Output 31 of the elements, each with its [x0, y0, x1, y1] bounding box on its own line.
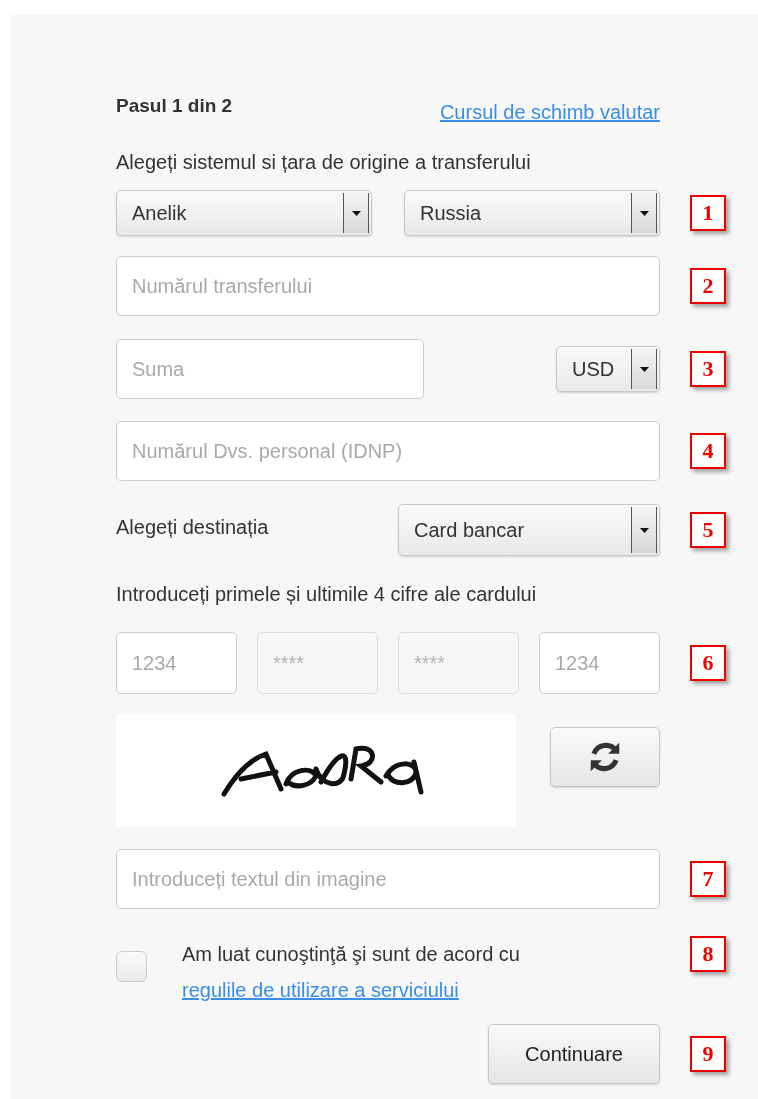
input-field[interactable]: Numărul transferului [116, 256, 660, 316]
continue-button[interactable]: Continuare [488, 1024, 660, 1084]
caret-icon [639, 210, 649, 216]
input-field[interactable]: 1234 [116, 632, 237, 694]
number-marker: 1 [690, 195, 726, 231]
step-title: Pasul 1 din 2 [116, 95, 233, 117]
number-marker: 6 [690, 645, 726, 681]
caret-icon [351, 210, 361, 216]
input-field[interactable]: Numărul Dvs. personal (IDNP) [116, 421, 660, 481]
refresh-button[interactable] [550, 727, 660, 787]
number-marker: 8 [690, 936, 726, 972]
input-field[interactable]: Suma [116, 339, 424, 399]
checkbox[interactable] [116, 951, 147, 982]
field-label: Alegeți destinația [116, 515, 269, 539]
dropdown[interactable]: Russia [404, 190, 660, 236]
input-field[interactable]: 1234 [539, 632, 660, 694]
dropdown[interactable]: Anelik [116, 190, 372, 236]
dropdown[interactable]: Card bancar [398, 504, 660, 556]
field-label: Alegeți sistemul si țara de origine a transferului [116, 150, 531, 173]
caret-icon [639, 366, 649, 372]
number-marker: 7 [690, 861, 726, 897]
caret-icon [639, 527, 649, 533]
number-marker: 4 [690, 433, 726, 469]
dropdown[interactable]: USD [556, 346, 660, 392]
input-field[interactable]: Introduceți textul din imagine [116, 849, 660, 909]
number-marker: 3 [690, 351, 726, 387]
agreement-text: Am luat cunoştinţă şi sunt de acord cu regulile de utilizare a serviciului [182, 942, 521, 1003]
number-marker: 2 [690, 268, 726, 304]
number-marker: 5 [690, 512, 726, 548]
hint-text: Introduceți primele și ultimile 4 cifre ale cardului [116, 582, 537, 605]
number-marker: 9 [690, 1036, 726, 1072]
